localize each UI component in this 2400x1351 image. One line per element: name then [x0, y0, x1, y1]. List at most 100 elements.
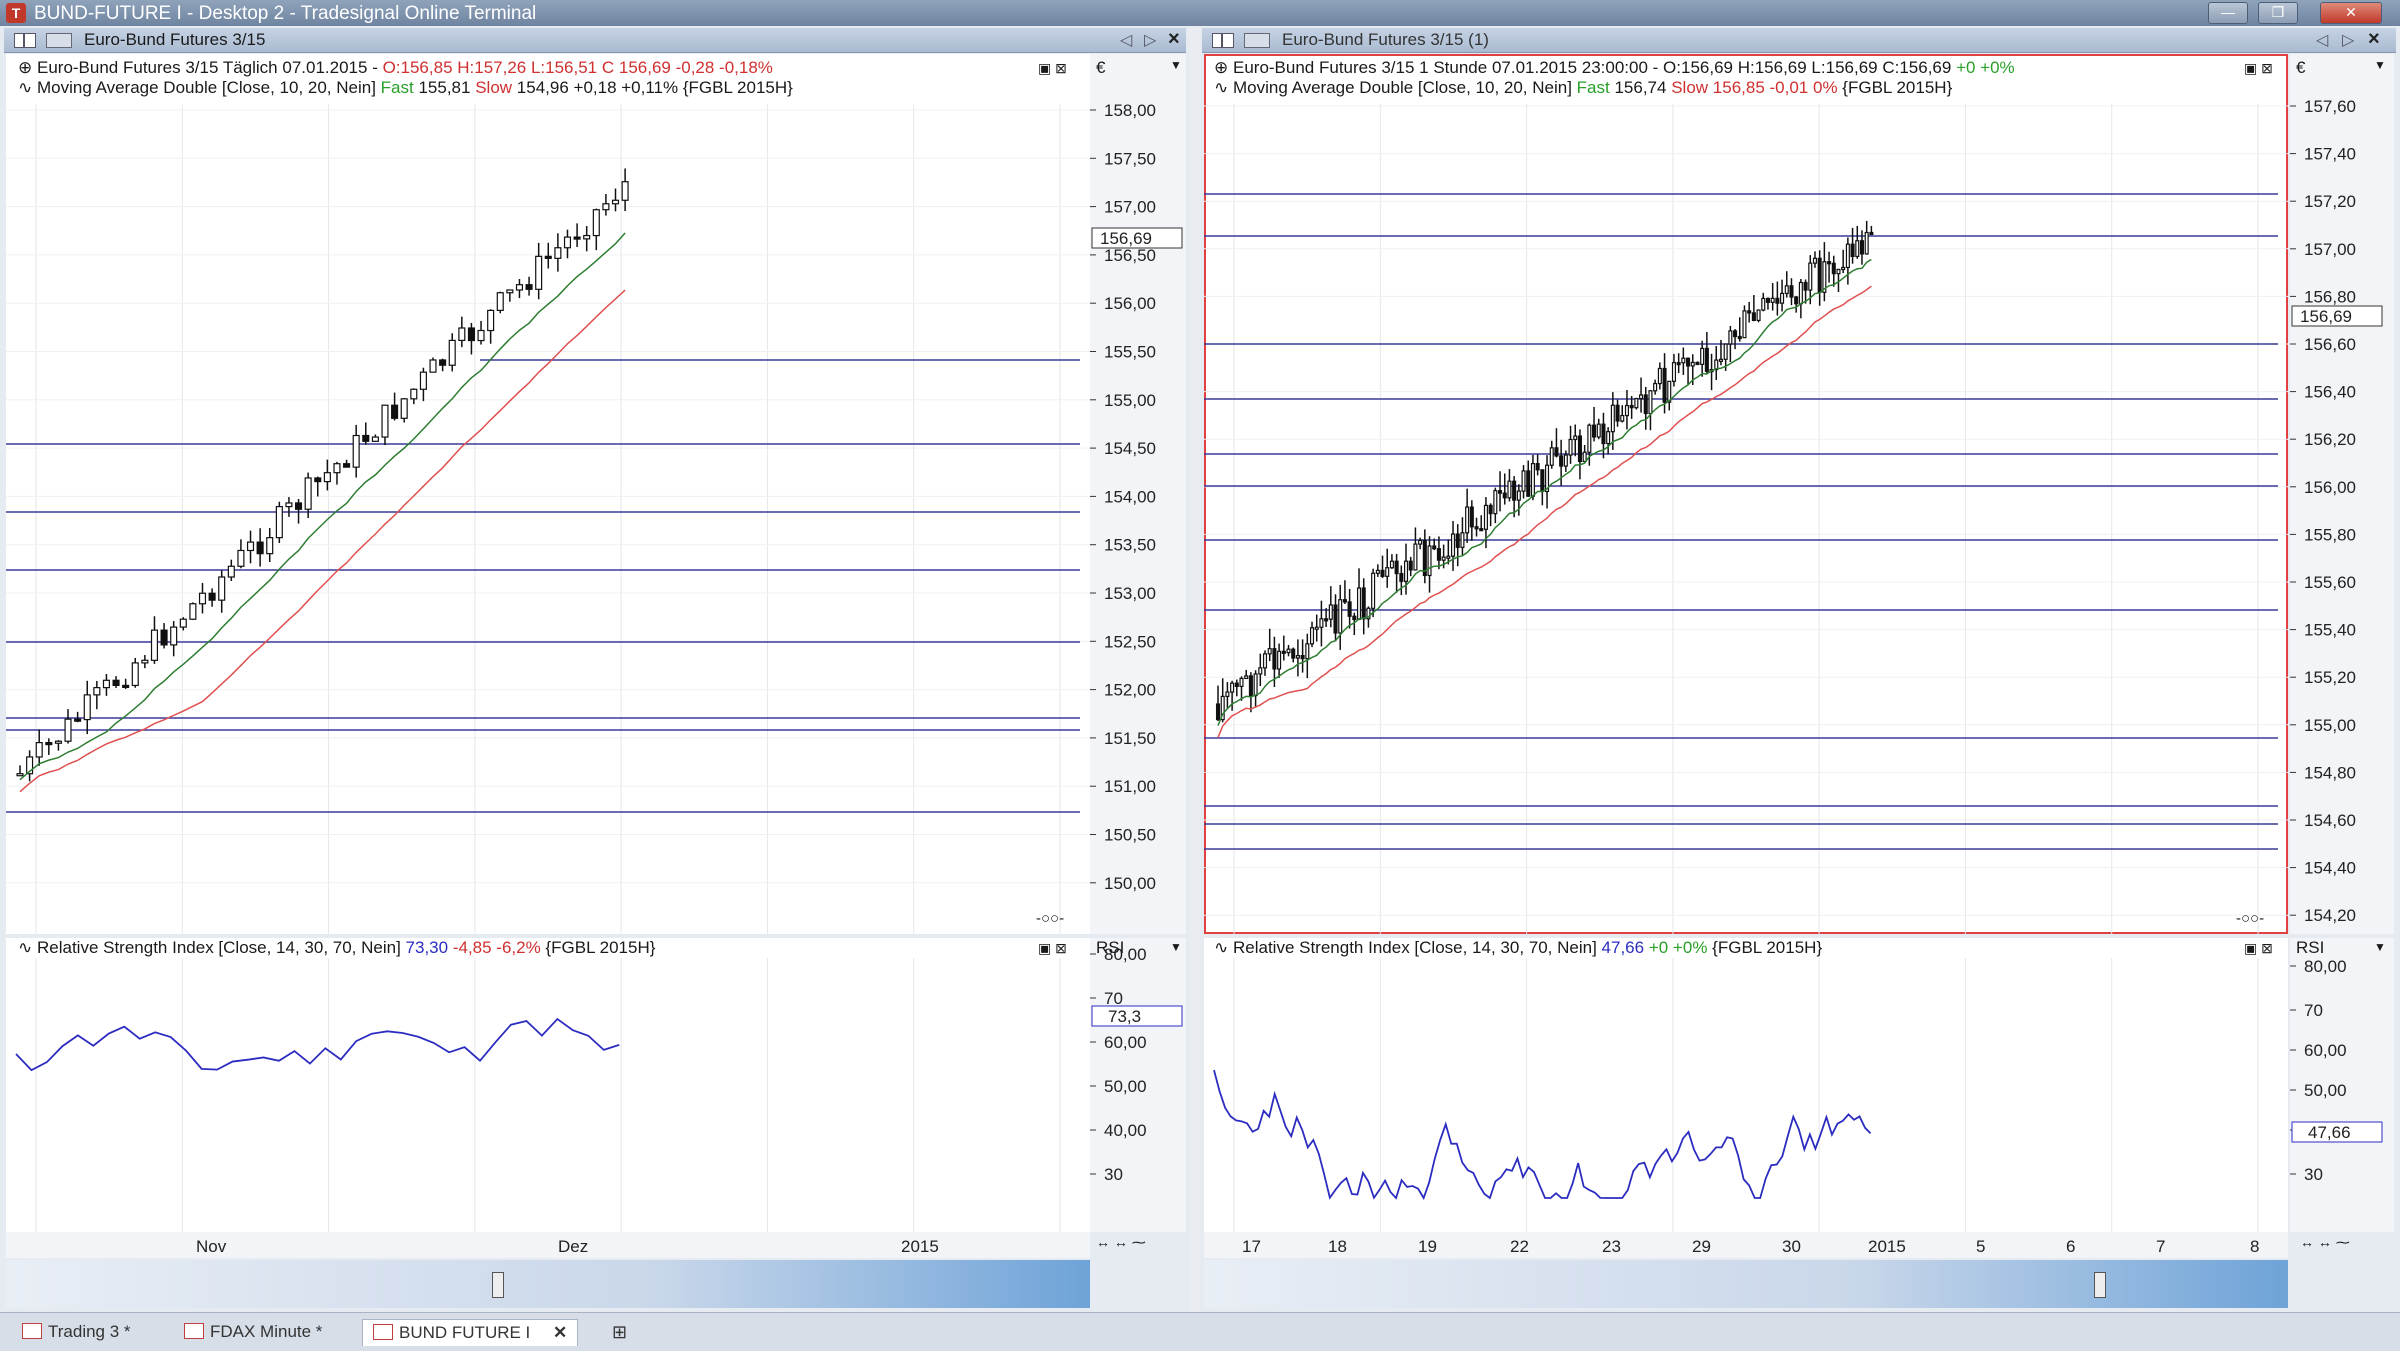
- candle-body: [1479, 528, 1484, 532]
- split-view-icon[interactable]: [1212, 33, 1234, 48]
- tab-bund-future-i[interactable]: BUND FUTURE I ✕: [362, 1319, 579, 1346]
- candle-body: [525, 284, 533, 290]
- candle-body: [1859, 240, 1865, 255]
- candle-body: [246, 541, 255, 552]
- right-rsi-chart[interactable]: ∿ Relative Strength Index [Close, 14, 30…: [1204, 938, 2288, 1232]
- nav-right-icon[interactable]: ▷: [2342, 30, 2354, 50]
- candle-body: [74, 718, 82, 722]
- nav-left-icon[interactable]: ◁: [1120, 30, 1132, 50]
- zoom-handle-icon[interactable]: -○○-: [2236, 910, 2264, 927]
- time-tick-label: 2015: [901, 1237, 939, 1256]
- candle-body: [1756, 309, 1761, 322]
- close-window-button[interactable]: ✕: [2320, 2, 2382, 24]
- candle-body: [391, 404, 399, 419]
- scroll-controls-icon[interactable]: ↔ ↔ ⁓: [2300, 1234, 2350, 1251]
- candle-body: [1765, 297, 1771, 303]
- left-rsi-chart[interactable]: ∿ Relative Strength Index [Close, 14, 30…: [6, 938, 1090, 1232]
- candle-body: [141, 659, 149, 664]
- left-price-axis[interactable]: 158,00 157,50 157,00 156,50 156,00 155,50 155,…: [1090, 54, 1186, 934]
- candle-body: [458, 327, 466, 341]
- panel-tools-icon[interactable]: ▣ ⊠: [1038, 940, 1067, 957]
- right-navigator-scrollbar[interactable]: [1204, 1260, 2288, 1308]
- left-navigator-scrollbar[interactable]: [6, 1260, 1090, 1308]
- panel-tools-icon[interactable]: ▣ ⊠: [2244, 940, 2273, 957]
- candle-body: [1488, 504, 1493, 515]
- zoom-handle-icon[interactable]: -○○-: [1036, 910, 1064, 927]
- candle-body: [1319, 618, 1324, 628]
- candle-body: [1812, 257, 1818, 264]
- time-tick-label: Nov: [196, 1237, 227, 1256]
- minimize-button[interactable]: —: [2208, 2, 2248, 24]
- candle-body: [1615, 404, 1620, 422]
- tab-trading-3[interactable]: Trading 3 *: [22, 1319, 131, 1345]
- nav-left-icon[interactable]: ◁: [2316, 30, 2328, 50]
- left-price-chart[interactable]: ⊕ Euro-Bund Futures 3/15 Täglich 07.01.2…: [6, 54, 1090, 934]
- close-tab-icon[interactable]: ✕: [553, 1323, 567, 1342]
- close-panel-icon[interactable]: ×: [1168, 28, 1180, 51]
- right-rsi-axis[interactable]: 80,007060,0050,0040,003047,66 RSI ▼: [2290, 938, 2394, 1232]
- left-price-plot[interactable]: [6, 54, 1090, 934]
- candle-body: [275, 505, 283, 539]
- left-rsi-axis[interactable]: 80,00 70 60,00 50,00 40,00 30 73,3 RSI ▼: [1090, 938, 1186, 1232]
- right-price-axis-ticks: 157,60 157,40 157,20 157,00 156,80 156,60 156,…: [2290, 97, 2383, 925]
- left-rsi-val: 73,30: [405, 938, 449, 957]
- tab-label: BUND FUTURE I: [399, 1323, 531, 1342]
- left-currency: €: [1096, 58, 1106, 77]
- axis-menu-icon[interactable]: ▼: [1170, 940, 1182, 954]
- nav-right-icon[interactable]: ▷: [1144, 30, 1156, 50]
- axis-menu-icon[interactable]: ▼: [2374, 940, 2386, 954]
- candle-body: [1653, 382, 1658, 392]
- left-time-axis[interactable]: Nov Dez 2015: [6, 1232, 1090, 1258]
- candle-body: [1742, 310, 1747, 339]
- left-rsi-label: RSI: [1096, 938, 1125, 957]
- tab-fdax-minute[interactable]: FDAX Minute *: [184, 1319, 322, 1345]
- candle-body: [1601, 423, 1606, 445]
- left-ohlc: O:156,85 H:157,26 L:156,51 C 156,69 -0,2…: [382, 58, 773, 77]
- candle-body: [112, 679, 120, 687]
- time-tick-label: 7: [2156, 1237, 2165, 1256]
- right-time-axis[interactable]: 17 18 19 22 23 29 30 2015 5 6 7 8: [1204, 1232, 2288, 1258]
- price-tick-label: 152,00: [1104, 681, 1156, 700]
- left-scroll-handle[interactable]: [492, 1272, 504, 1298]
- candle-body: [1690, 361, 1695, 367]
- candle-body: [1587, 424, 1592, 453]
- rsi-tick-label: 30: [1104, 1165, 1123, 1184]
- right-symbol-name: Euro-Bund Futures 3/15 1 Stunde: [1232, 58, 1488, 77]
- candle-body: [602, 203, 610, 211]
- left-rsi-chg: -4,85 -6,2%: [452, 938, 541, 957]
- price-tick-label: 156,00: [2304, 478, 2356, 497]
- candle-body: [611, 199, 620, 205]
- candle-body: [323, 472, 331, 483]
- split-view-icon[interactable]: [14, 33, 36, 48]
- panel-tools-icon[interactable]: ▣ ⊠: [1038, 60, 1067, 77]
- candle-body: [1507, 480, 1512, 499]
- right-rsi-plot[interactable]: [1204, 938, 2288, 1232]
- candle-body: [487, 309, 495, 332]
- workspace-tab-bar: Trading 3 * FDAX Minute * BUND FUTURE I …: [0, 1312, 2400, 1351]
- candle-body: [410, 388, 418, 400]
- price-tick-label: 154,50: [1104, 439, 1156, 458]
- panel-tools-icon[interactable]: ▣ ⊠: [2244, 60, 2273, 77]
- right-scroll-handle[interactable]: [2094, 1272, 2106, 1298]
- candle-body: [343, 463, 351, 468]
- axis-menu-icon[interactable]: ▼: [2374, 58, 2386, 72]
- candle-body: [1375, 569, 1380, 574]
- right-price-plot[interactable]: [1204, 54, 2288, 934]
- rsi-tick-label: 70: [2304, 1001, 2323, 1020]
- close-panel-icon[interactable]: ×: [2368, 28, 2380, 51]
- candle-body: [1718, 358, 1724, 362]
- right-price-chart[interactable]: ⊕ Euro-Bund Futures 3/15 1 Stunde 07.01.…: [1204, 54, 2288, 934]
- left-rsi-plot[interactable]: [6, 938, 1090, 1232]
- scroll-controls-icon[interactable]: ↔ ↔ ⁓: [1096, 1234, 1146, 1251]
- axis-menu-icon[interactable]: ▼: [1170, 58, 1182, 72]
- candle-body: [1450, 533, 1456, 557]
- new-tab-button[interactable]: ⊞: [612, 1319, 627, 1345]
- candle-body: [1526, 470, 1531, 497]
- candle-body: [45, 742, 53, 746]
- maximize-button[interactable]: ❐: [2258, 2, 2298, 24]
- indicator-icon: ∿: [18, 78, 33, 97]
- right-price-axis[interactable]: 157,60 157,40 157,20 157,00 156,80 156,60 156,…: [2290, 54, 2394, 934]
- right-rsi-axis-ticks: 80,007060,0050,0040,003047,66: [2290, 957, 2383, 1184]
- candle-body: [477, 329, 485, 342]
- candle-body: [1827, 261, 1832, 265]
